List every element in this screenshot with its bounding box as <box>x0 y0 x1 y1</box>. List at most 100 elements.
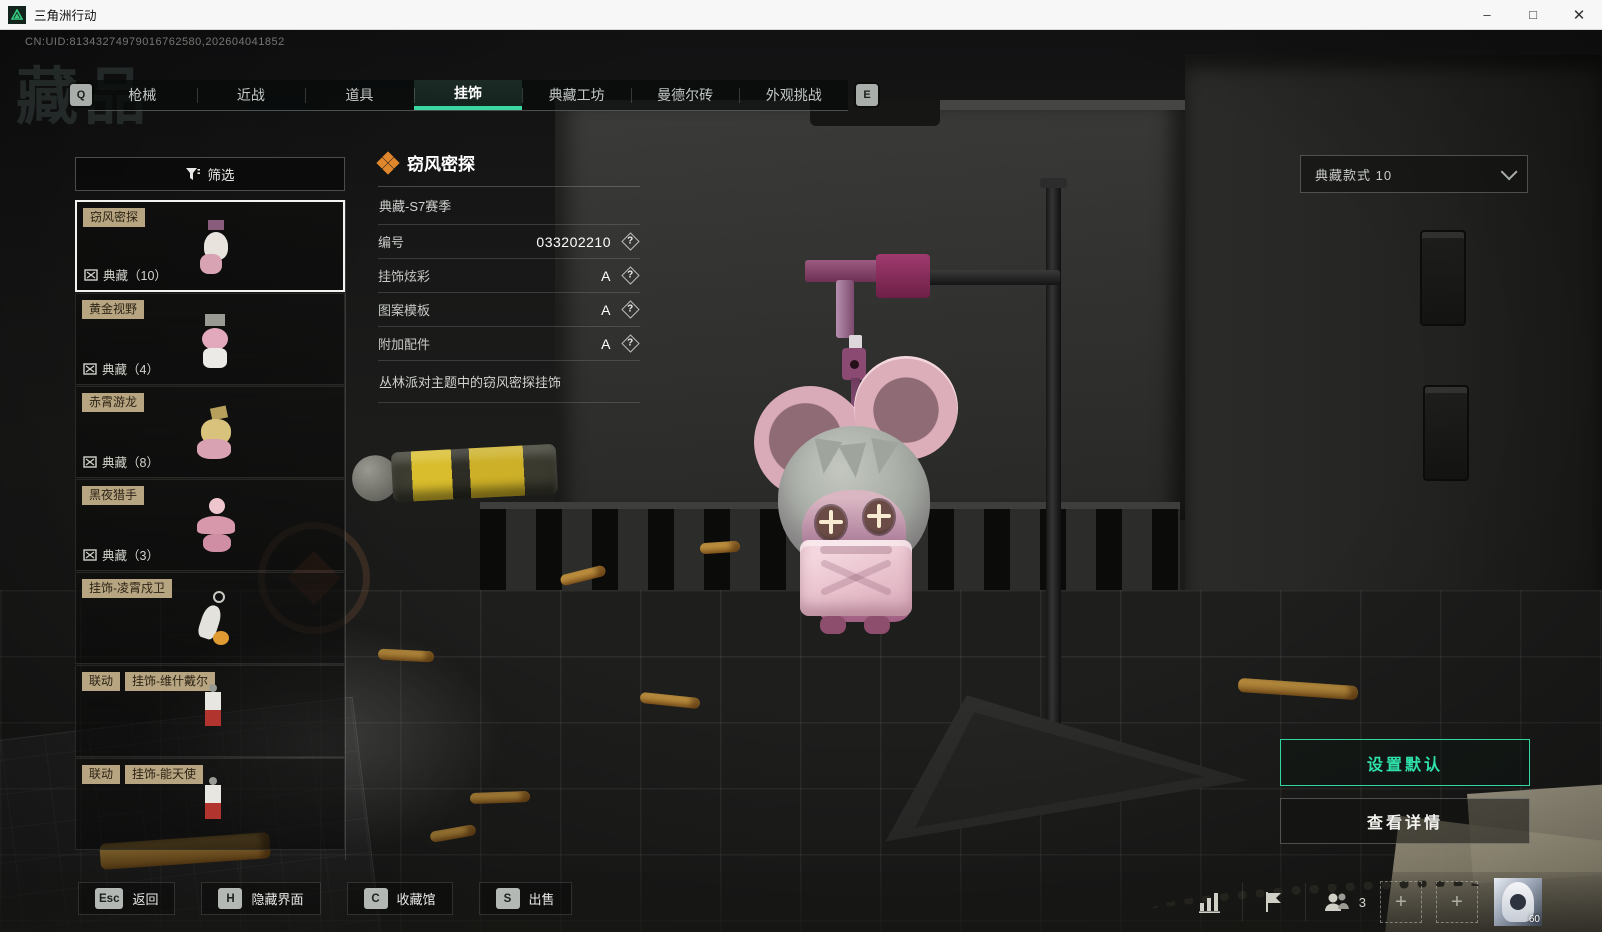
suppressor-prop <box>350 437 563 512</box>
status-icon-strip: 3 + + 60 <box>1194 878 1542 926</box>
charm-list-item[interactable]: 联动 挂饰-维什戴尔 <box>75 665 345 757</box>
detail-row-label: 附加配件 <box>378 337 431 352</box>
team-icon[interactable] <box>1320 885 1354 919</box>
item-badges: 黑夜猎手 <box>82 486 145 505</box>
chevron-down-icon <box>1500 163 1518 181</box>
banner-charm-thumbnail <box>191 684 241 746</box>
pig-charm-thumbnail <box>191 312 241 374</box>
category-tabs: 枪械 近战 道具 挂饰 典藏工坊 曼德尔砖 外观挑战 <box>88 80 848 111</box>
detail-row-value: A <box>601 267 611 284</box>
charm-list-item[interactable]: 挂饰-凌霄戍卫 <box>75 572 345 664</box>
charm-viewport[interactable] <box>700 120 1300 880</box>
player-avatar[interactable]: 60 <box>1494 878 1542 926</box>
tab-7[interactable]: 外观挑战 <box>739 80 848 110</box>
item-name-badge: 黄金视野 <box>82 300 145 319</box>
detail-row: 编号 033202210? <box>378 225 640 259</box>
style-dropdown-label: 典藏款式 10 <box>1315 167 1393 183</box>
keycap: C <box>363 888 388 909</box>
help-icon[interactable]: ? <box>621 266 640 285</box>
lotus-charm-thumbnail <box>191 498 241 560</box>
item-badges: 挂饰-凌霄戍卫 <box>82 579 172 598</box>
charm-list-item[interactable]: 赤霄游龙 典藏（8） <box>75 386 345 478</box>
detail-row: 附加配件 A? <box>378 327 640 361</box>
empty-slot-plus[interactable]: + <box>1380 881 1422 923</box>
tab-4[interactable]: 挂饰 <box>413 80 523 110</box>
link-badge: 联动 <box>82 672 121 691</box>
stats-chart-icon[interactable] <box>1194 885 1228 919</box>
tab-2[interactable]: 近战 <box>196 80 306 110</box>
hotkey-s[interactable]: S 出售 <box>478 882 572 915</box>
mandel-brick-icon <box>83 455 97 468</box>
collection-count: 典藏（3） <box>83 545 159 564</box>
keycap: Esc <box>95 888 124 909</box>
tab-1[interactable]: 枪械 <box>88 80 197 110</box>
help-icon[interactable]: ? <box>621 300 640 319</box>
item-badges: 黄金视野 <box>82 300 145 319</box>
flag-icon[interactable] <box>1257 885 1291 919</box>
funnel-icon <box>185 167 200 180</box>
mandel-brick-icon <box>84 268 98 281</box>
collection-count: 典藏（4） <box>83 359 159 378</box>
filter-button[interactable]: 筛选 <box>75 157 345 191</box>
view-details-button[interactable]: 查看详情 <box>1280 798 1530 844</box>
hotkey-c[interactable]: C 收藏馆 <box>346 882 453 915</box>
collection-count: 典藏（10） <box>84 265 167 284</box>
minimize-button[interactable]: – <box>1464 0 1510 29</box>
close-button[interactable]: ✕ <box>1556 0 1602 29</box>
detail-row-label: 挂饰炫彩 <box>378 269 431 284</box>
style-dropdown[interactable]: 典藏款式 10 <box>1300 155 1528 193</box>
account-uid: CN:UID:81343274979016762580,202604041852 <box>25 36 285 48</box>
hotkey-h[interactable]: H 隐藏界面 <box>201 882 321 915</box>
tab-3[interactable]: 道具 <box>305 80 414 110</box>
help-icon[interactable]: ? <box>621 232 640 251</box>
app-logo-icon <box>8 5 26 24</box>
season-label: 典藏-S7赛季 <box>378 187 640 225</box>
detail-rows: 编号 033202210? 挂饰炫彩 A? 图案模板 A? 附加配件 A? <box>378 225 640 361</box>
keycap: H <box>218 888 243 909</box>
hotkey-esc[interactable]: Esc 返回 <box>78 882 176 915</box>
mouse-charm-figure <box>742 348 962 638</box>
filter-label: 筛选 <box>207 168 235 183</box>
bumper-left-key[interactable]: Q <box>70 84 92 106</box>
team-count: 3 <box>1358 894 1366 910</box>
detail-row-label: 图案模板 <box>378 303 431 318</box>
hotkey-hints: Esc 返回 H 隐藏界面 C 收藏馆 S 出售 <box>78 882 572 915</box>
detail-row: 挂饰炫彩 A? <box>378 259 640 293</box>
detail-row-value: 033202210 <box>536 233 611 250</box>
app-window: 三角洲行动 – □ ✕ CN:UID:81343274979016762580,… <box>0 0 1602 932</box>
mandel-brick-icon <box>83 362 97 375</box>
collection-count-label: 典藏（10） <box>103 269 167 283</box>
charm-list-item[interactable]: 窃风密探典藏（10） <box>75 200 345 292</box>
charm-list-item[interactable]: 黄金视野典藏（4） <box>75 293 345 385</box>
charm-list-item[interactable]: 黑夜猎手典藏（3） <box>75 479 345 571</box>
keycap: S <box>495 888 520 909</box>
item-name-badge: 黑夜猎手 <box>82 486 145 505</box>
collection-count-label: 典藏（4） <box>102 363 159 377</box>
item-badges: 联动 挂饰-能天使 <box>82 765 204 784</box>
item-name-badge: 窃风密探 <box>83 208 146 227</box>
hotkey-label: 出售 <box>528 892 555 907</box>
detail-row: 图案模板 A? <box>378 293 640 327</box>
bottom-bar: Esc 返回 H 隐藏界面 C 收藏馆 S 出售 3 + + 60 <box>0 872 1602 932</box>
empty-slot-plus[interactable]: + <box>1436 881 1478 923</box>
charm-description: 丛林派对主题中的窃风密探挂饰 <box>378 361 640 403</box>
set-default-button[interactable]: 设置默认 <box>1280 739 1530 786</box>
maximize-button[interactable]: □ <box>1510 0 1556 29</box>
item-badges: 窃风密探 <box>83 208 146 227</box>
mandel-brick-icon <box>83 548 97 561</box>
tab-5[interactable]: 典藏工坊 <box>522 80 631 110</box>
tab-6[interactable]: 曼德尔砖 <box>630 80 740 110</box>
collection-gem-icon <box>376 150 400 175</box>
bullet-prop <box>469 790 531 805</box>
bumper-right-key[interactable]: E <box>856 84 878 106</box>
dragon-charm-thumbnail <box>191 405 241 467</box>
charm-list-item[interactable]: 联动 挂饰-能天使 <box>75 758 345 850</box>
hotkey-label: 收藏馆 <box>396 892 436 907</box>
stand-pole <box>1046 185 1061 735</box>
rocket-charm-thumbnail <box>191 591 241 653</box>
collection-count-label: 典藏（3） <box>102 549 159 563</box>
avatar-level: 60 <box>1528 914 1540 925</box>
help-icon[interactable]: ? <box>621 334 640 353</box>
detail-row-value: A <box>601 335 611 352</box>
detail-panel: 窃风密探 典藏-S7赛季 编号 033202210? 挂饰炫彩 A? 图案模板 A? 附加配… <box>376 150 640 403</box>
